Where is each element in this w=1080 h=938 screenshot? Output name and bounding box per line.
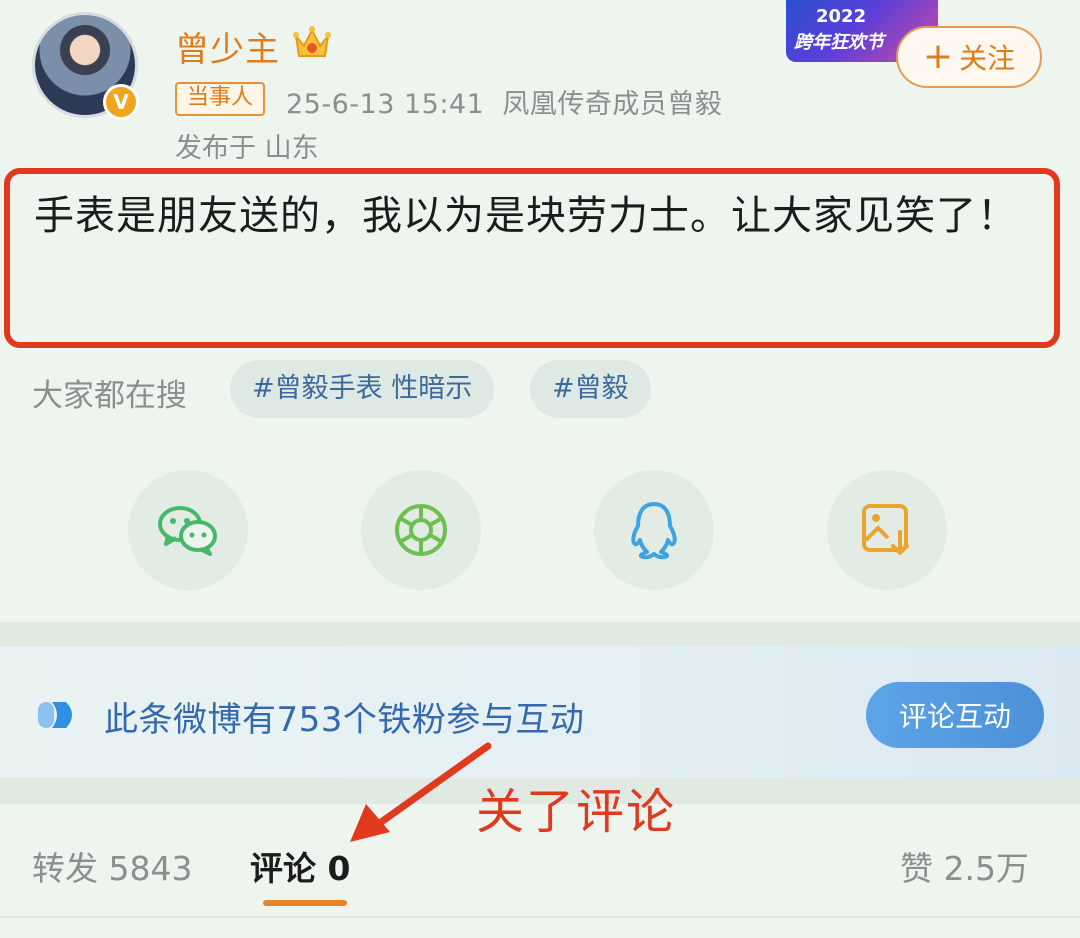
promo-text: 跨年狂欢节 — [794, 32, 884, 53]
fans-text[interactable]: 此条微博有753个铁粉参与互动 — [104, 692, 584, 741]
post-meta: 25-6-13 15:41 凤凰传奇成员曾毅 — [286, 89, 723, 120]
search-label: 大家都在搜 — [32, 378, 187, 414]
moments-icon — [395, 504, 447, 556]
share-wechat-button[interactable] — [128, 470, 248, 590]
promo-year: 2022 — [816, 6, 867, 27]
tab-comment[interactable]: 评论 0 — [250, 842, 350, 890]
verified-icon: V — [103, 84, 139, 120]
tab-like[interactable]: 赞 2.5万 — [900, 842, 1029, 890]
bottom-divider — [0, 916, 1080, 918]
share-qq-button[interactable] — [594, 470, 714, 590]
role-badge: 当事人 — [175, 82, 266, 116]
tab-active-indicator — [263, 900, 347, 906]
post-location: 发布于 山东 — [175, 133, 319, 164]
annotation-text: 关了评论 — [476, 784, 677, 840]
section-divider — [0, 622, 1080, 646]
fans-icon — [38, 702, 72, 728]
plus-icon: + — [922, 36, 954, 77]
crown-icon — [293, 26, 331, 57]
wechat-icon — [158, 506, 217, 556]
search-tag[interactable]: #曾毅 — [530, 360, 651, 418]
username[interactable]: 曾少主 — [175, 22, 280, 71]
save-image-button[interactable] — [827, 470, 947, 590]
save-image-icon — [862, 504, 909, 555]
post-text: 手表是朋友送的，我以为是块劳力士。让大家见笑了！ — [34, 193, 1018, 239]
qq-icon — [631, 502, 677, 560]
share-moments-button[interactable] — [361, 470, 481, 590]
search-tag[interactable]: #曾毅手表 性暗示 — [230, 360, 495, 418]
comment-interact-button[interactable]: 评论互动 — [866, 682, 1044, 748]
follow-label: 关注 — [959, 42, 1016, 75]
tab-repost[interactable]: 转发 5843 — [32, 842, 192, 890]
follow-button[interactable]: + 关注 — [896, 26, 1042, 88]
